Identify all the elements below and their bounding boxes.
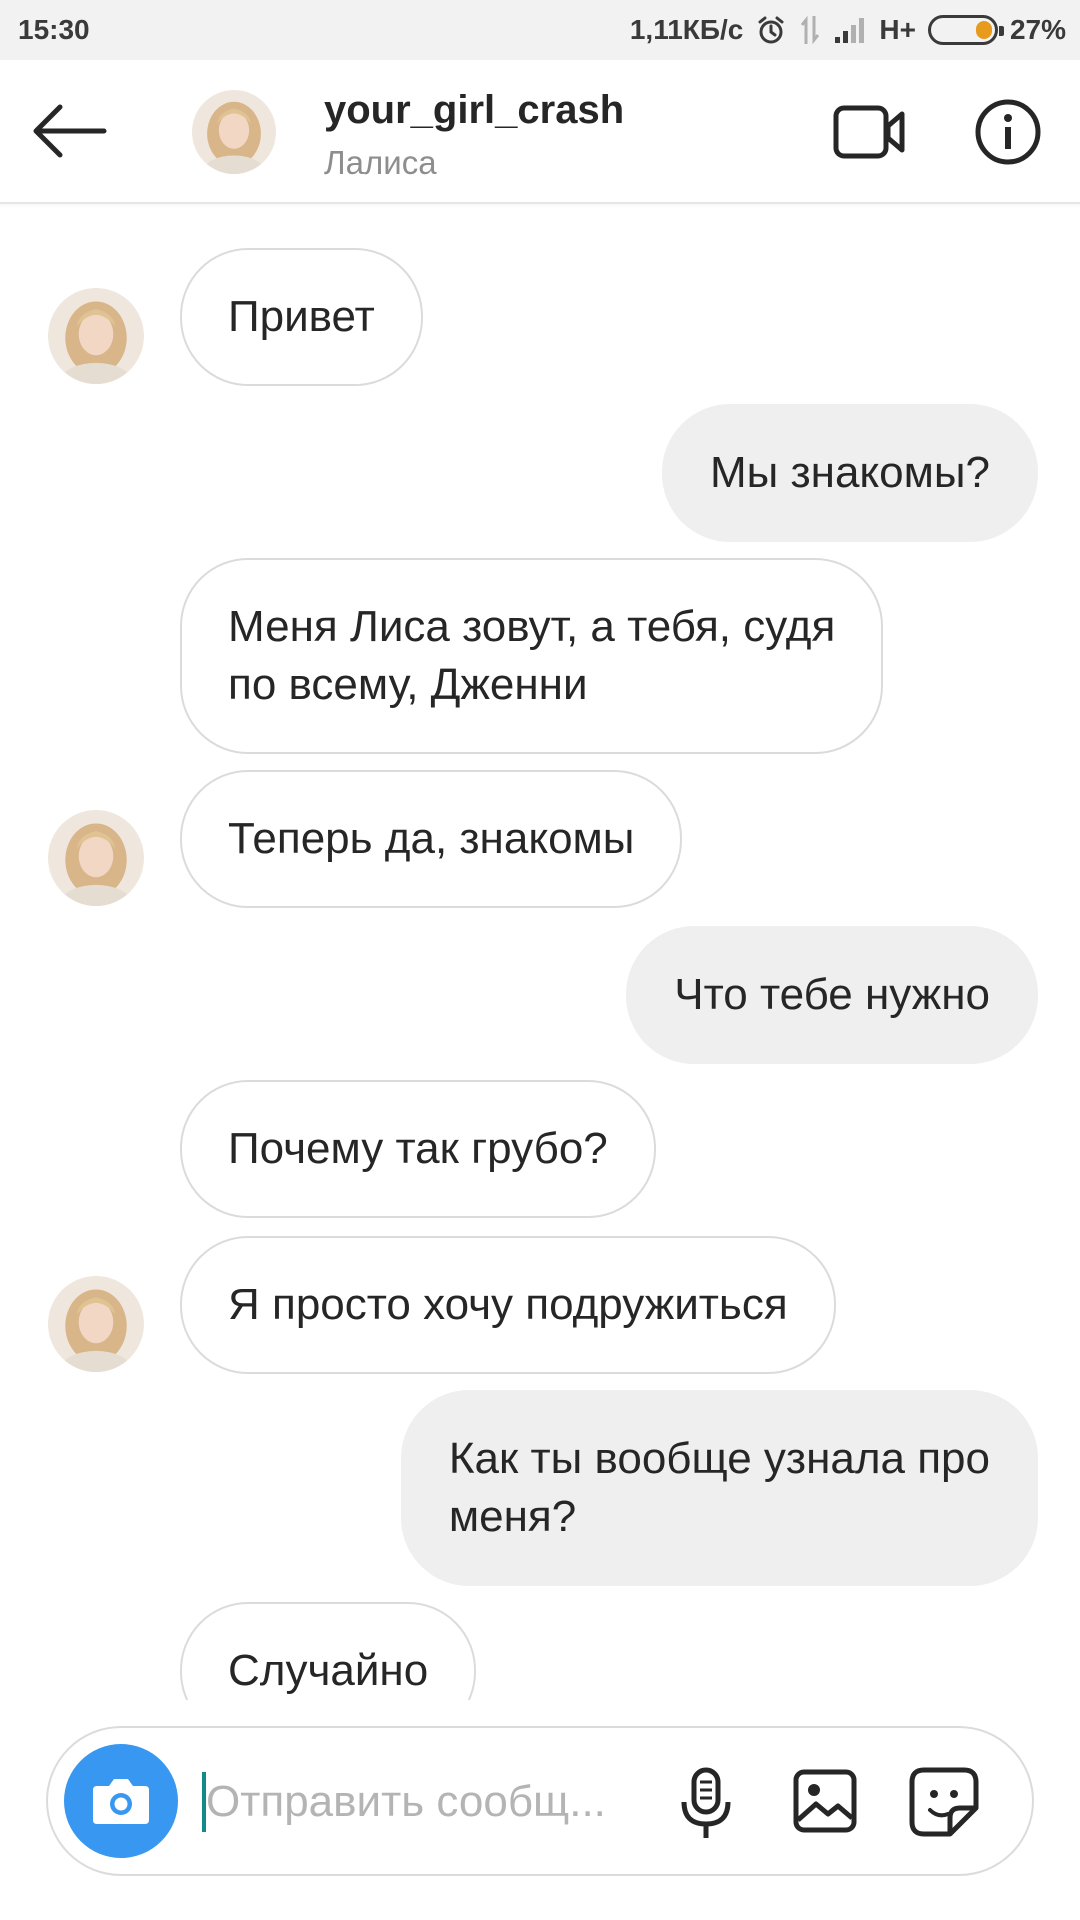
sender-avatar[interactable] — [48, 1276, 144, 1372]
camera-button[interactable] — [64, 1744, 178, 1858]
chat-header: your_girl_crash Лалиса — [0, 60, 1080, 204]
sticker-icon — [909, 1767, 979, 1837]
voice-message-button[interactable] — [676, 1766, 736, 1842]
message-composer — [46, 1726, 1034, 1876]
info-icon — [975, 99, 1041, 165]
header-avatar[interactable] — [192, 90, 276, 174]
back-button[interactable] — [30, 98, 110, 164]
incoming-message[interactable]: Случайно — [180, 1602, 477, 1700]
chat-username[interactable]: your_girl_crash — [324, 88, 624, 133]
message-line: меня? — [448, 1492, 577, 1541]
outgoing-message[interactable]: Что тебе нужно — [626, 926, 1038, 1064]
message-input[interactable] — [206, 1770, 646, 1834]
video-call-button[interactable] — [832, 100, 908, 164]
outgoing-message[interactable]: Как ты вообще узнала про меня? — [400, 1390, 1038, 1586]
alarm-icon — [758, 16, 784, 44]
message-line: по всему, Дженни — [228, 660, 588, 709]
status-indicators: 1,11КБ/с H+ 27% — [630, 12, 1066, 48]
battery-level — [975, 21, 992, 39]
incoming-message[interactable]: Теперь да, знакомы — [180, 770, 683, 908]
incoming-message[interactable]: Почему так грубо? — [180, 1080, 656, 1218]
message-list[interactable]: Привет Мы знакомы? Меня Лиса зовут, а те… — [0, 206, 1080, 1700]
gallery-button[interactable] — [792, 1768, 858, 1834]
data-transfer-icon — [801, 15, 820, 45]
gallery-icon — [793, 1769, 857, 1833]
incoming-message[interactable]: Привет — [180, 248, 423, 386]
status-time: 15:30 — [18, 14, 90, 45]
message-line: Меня Лиса зовут, а тебя, судя — [228, 602, 836, 651]
info-button[interactable] — [974, 98, 1042, 166]
camera-icon — [93, 1779, 149, 1824]
battery-icon — [927, 15, 1004, 45]
back-arrow-icon — [33, 104, 107, 158]
sticker-button[interactable] — [908, 1766, 980, 1838]
battery-percent: 27% — [1009, 14, 1066, 45]
chat-display-name: Лалиса — [324, 144, 437, 181]
video-call-icon — [833, 105, 905, 159]
sender-avatar[interactable] — [48, 288, 144, 384]
status-bar: 15:30 1,11КБ/с H+ 27% — [0, 0, 1080, 60]
network-speed: 1,11КБ/с — [629, 14, 744, 45]
outgoing-message[interactable]: Мы знакомы? — [661, 404, 1038, 542]
microphone-icon — [681, 1767, 731, 1838]
network-type: H+ — [879, 14, 916, 45]
incoming-message[interactable]: Я просто хочу подружиться — [180, 1236, 836, 1374]
signal-icon — [835, 18, 865, 43]
sender-avatar[interactable] — [48, 810, 144, 906]
incoming-message[interactable]: Меня Лиса зовут, а тебя, судя по всему, … — [180, 558, 884, 754]
message-line: Как ты вообще узнала про — [448, 1434, 990, 1483]
